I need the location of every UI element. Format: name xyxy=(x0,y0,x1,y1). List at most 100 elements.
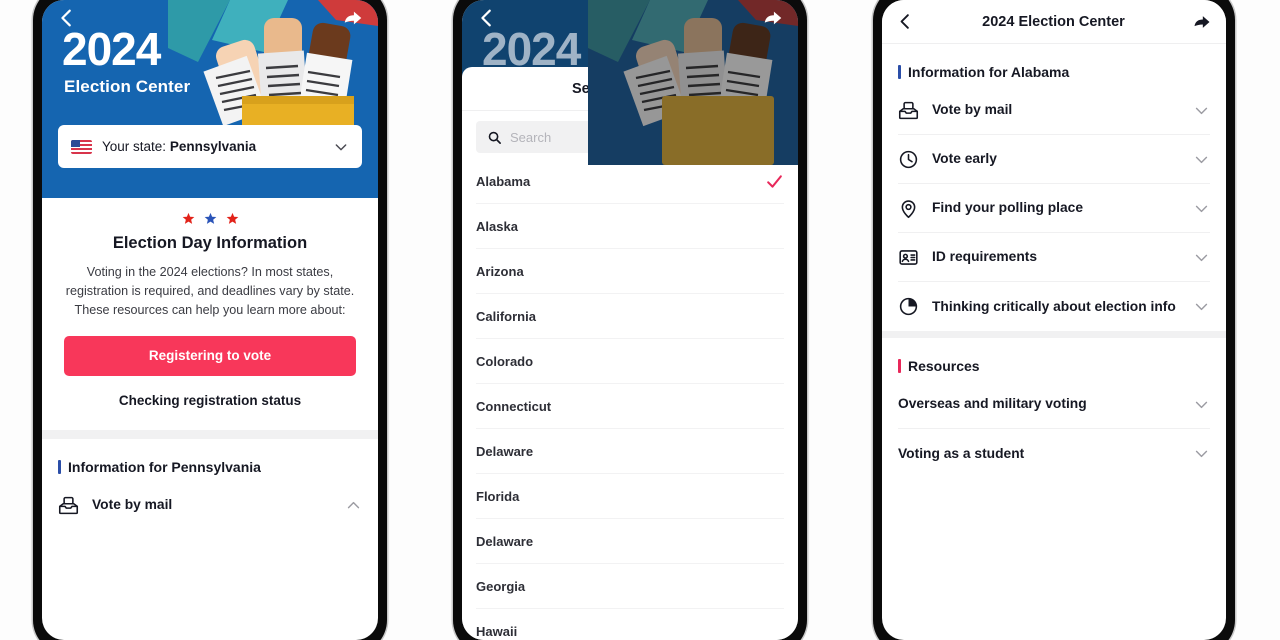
state-list-item-label: Arizona xyxy=(476,263,524,279)
state-list-item-label: California xyxy=(476,308,536,324)
chevron-left-icon[interactable] xyxy=(56,7,78,29)
state-prefix: Your state: xyxy=(102,139,167,154)
accordion-label: ID requirements xyxy=(932,249,1038,265)
section-divider xyxy=(882,331,1226,338)
resources-accordion: Overseas and military voting Voting as a … xyxy=(882,380,1226,478)
accordion-label: Vote by mail xyxy=(92,497,173,513)
accordion-label: Thinking critically about election info xyxy=(932,298,1176,314)
state-selector[interactable]: Your state: Pennsylvania xyxy=(58,125,362,168)
chevron-down-icon[interactable] xyxy=(1193,249,1210,266)
chevron-down-icon[interactable] xyxy=(1193,298,1210,315)
section-heading-label: Information for Alabama xyxy=(908,64,1070,80)
phone3-header: 2024 Election Center xyxy=(882,0,1226,44)
state-list-item[interactable]: Georgia xyxy=(476,564,784,609)
state-list-item[interactable]: Delaware xyxy=(476,519,784,564)
state-list-item-label: Connecticut xyxy=(476,398,552,414)
location-pin-icon xyxy=(901,199,916,218)
state-list-item-label: Florida xyxy=(476,488,520,504)
chevron-down-icon[interactable] xyxy=(1193,396,1210,413)
section-accent-bar xyxy=(898,65,901,79)
checking-registration-status-button[interactable]: Checking registration status xyxy=(64,393,356,408)
star-icon xyxy=(204,212,216,224)
chevron-down-icon[interactable] xyxy=(1193,445,1210,462)
phone1-screen: 2024 Election Center Your state: Pennsyl… xyxy=(42,0,378,640)
phone-mockup-2: 2024 Select your state AlabamaAlaskaAriz… xyxy=(453,0,807,640)
section-heading-label: Information for Pennsylvania xyxy=(68,458,261,475)
accordion-label: Voting as a student xyxy=(898,445,1025,461)
accordion-label: Vote by mail xyxy=(932,102,1013,118)
state-list-item[interactable]: Hawaii xyxy=(476,609,784,640)
chevron-up-icon[interactable] xyxy=(345,497,362,514)
share-arrow-icon[interactable] xyxy=(762,7,784,29)
card-body: Voting in the 2024 elections? In most st… xyxy=(65,265,355,317)
accordion-item-vote-early[interactable]: Vote early xyxy=(898,135,1210,184)
chevron-down-icon[interactable] xyxy=(333,139,349,155)
share-arrow-icon[interactable] xyxy=(1192,12,1212,32)
id-card-icon xyxy=(899,249,918,265)
state-list-item-label: Georgia xyxy=(476,578,526,594)
accordion-item-thinking-critically-about-election-info[interactable]: Thinking critically about election info xyxy=(898,282,1210,331)
information-section-heading: Information for Alabama xyxy=(882,44,1226,86)
state-list-item-label: Hawaii xyxy=(476,623,518,639)
phone3-screen: 2024 Election Center Information for Ala… xyxy=(882,0,1226,640)
page-title: 2024 Election Center xyxy=(982,13,1125,30)
search-icon xyxy=(488,131,501,144)
accordion-item-overseas-and-military-voting[interactable]: Overseas and military voting xyxy=(898,380,1210,429)
hero-subtitle: Election Center xyxy=(64,77,191,96)
state-list-item[interactable]: Connecticut xyxy=(476,384,784,429)
state-list-item-label: Alabama xyxy=(476,173,531,189)
section-heading-label: Resources xyxy=(908,358,980,374)
phone2-hero-nav xyxy=(462,0,798,36)
accordion-item-vote-by-mail[interactable]: Vote by mail xyxy=(898,86,1210,135)
card-title: Election Day Information xyxy=(112,234,308,252)
chevron-down-icon[interactable] xyxy=(1193,151,1210,168)
chevron-left-icon[interactable] xyxy=(476,7,498,29)
state-list-item-label: Delaware xyxy=(476,533,534,549)
chevron-left-icon[interactable] xyxy=(896,12,915,31)
accordion-item-voting-as-a-student[interactable]: Voting as a student xyxy=(898,429,1210,478)
accordion-label: Find your polling place xyxy=(932,200,1084,216)
check-icon xyxy=(767,174,782,188)
state-list[interactable]: Alabama Alaska Arizona California Colorado Co… xyxy=(462,159,798,640)
state-list-item[interactable]: Alabama xyxy=(476,159,784,204)
phone2-screen: 2024 Select your state AlabamaAlaskaAriz… xyxy=(462,0,798,640)
accordion-label: Overseas and military voting xyxy=(898,396,1087,412)
state-selector-text: Your state: Pennsylvania xyxy=(102,139,323,154)
state-list-item[interactable]: Alaska xyxy=(476,204,784,249)
state-list-item-label: Colorado xyxy=(476,353,534,369)
us-flag-icon xyxy=(71,139,92,154)
chevron-down-icon[interactable] xyxy=(1193,102,1210,119)
phone1-hero: 2024 Election Center Your state: Pennsyl… xyxy=(42,0,378,198)
phone1-accordion: Vote by mail xyxy=(42,481,378,530)
state-list-item[interactable]: California xyxy=(476,294,784,339)
accordion-item-find-your-polling-place[interactable]: Find your polling place xyxy=(898,184,1210,233)
state-list-item[interactable]: Colorado xyxy=(476,339,784,384)
star-decoration xyxy=(64,212,356,225)
state-list-item-label: Delaware xyxy=(476,443,534,459)
state-value: Pennsylvania xyxy=(169,139,257,154)
section-accent-bar xyxy=(898,359,901,373)
accordion-item-id-requirements[interactable]: ID requirements xyxy=(898,233,1210,282)
star-icon xyxy=(226,212,238,224)
information-accordion: Vote by mail Vote early Find your polling … xyxy=(882,86,1226,331)
star-icon xyxy=(182,212,194,224)
accordion-item-vote-by-mail[interactable]: Vote by mail xyxy=(58,481,362,530)
resources-section-heading: Resources xyxy=(882,338,1226,380)
section-accent-bar xyxy=(58,459,61,474)
pie-chart-icon xyxy=(899,297,918,316)
mailbox-icon xyxy=(898,101,919,119)
section-divider xyxy=(42,429,378,439)
mailbox-icon xyxy=(58,496,79,514)
phone-mockup-3: 2024 Election Center Information for Ala… xyxy=(873,0,1235,640)
state-list-item[interactable]: Delaware xyxy=(476,429,784,474)
accordion-label: Vote early xyxy=(932,151,997,167)
state-list-item[interactable]: Florida xyxy=(476,474,784,519)
chevron-down-icon[interactable] xyxy=(1193,200,1210,217)
information-section-heading: Information for Pennsylvania xyxy=(42,439,378,481)
phone1-hero-nav xyxy=(42,0,378,36)
registering-to-vote-button[interactable]: Registering to vote xyxy=(64,335,356,376)
screenshot-stage: 2024 Election Center Your state: Pennsyl… xyxy=(0,0,1280,640)
share-arrow-icon[interactable] xyxy=(342,7,364,29)
state-list-item[interactable]: Arizona xyxy=(476,249,784,294)
phone-mockup-1: 2024 Election Center Your state: Pennsyl… xyxy=(33,0,387,640)
